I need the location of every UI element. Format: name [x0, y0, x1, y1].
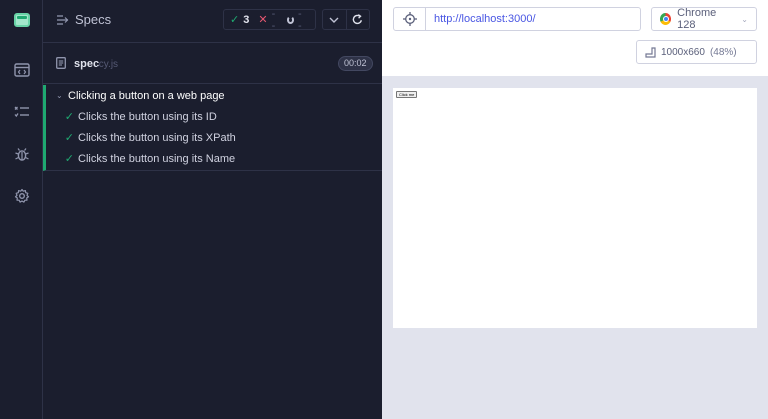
- viewport-size: 1000x660: [661, 46, 705, 58]
- url-field[interactable]: http://localhost:3000/: [425, 7, 641, 31]
- chevron-down-icon: [329, 17, 339, 23]
- refresh-icon: [353, 14, 363, 25]
- browser-label: Chrome 128: [677, 7, 717, 31]
- passed-check-icon: ✓: [230, 14, 240, 26]
- click-me-button[interactable]: Click me: [396, 91, 418, 98]
- crosshair-icon: [402, 12, 417, 26]
- duration-badge: 00:02: [338, 56, 373, 71]
- debug-bug-icon[interactable]: [0, 136, 43, 172]
- pending-circle-icon: [286, 15, 294, 24]
- pass-check-icon: ✓: [64, 153, 74, 165]
- chevron-down-icon: ⌄: [56, 91, 63, 100]
- failed-x-icon: ✕: [258, 14, 268, 26]
- pending-count: --: [297, 7, 302, 32]
- app-preview-area: http://localhost:3000/ Chrome 128 ⌄ 1000…: [382, 0, 768, 419]
- browser-selector[interactable]: Chrome 128 ⌄: [651, 7, 757, 31]
- spec-file-row: spec .cy.js 00:02: [43, 44, 382, 84]
- specs-title: Specs: [75, 12, 112, 27]
- specs-toggle[interactable]: Specs: [57, 12, 111, 27]
- test-title: Clicks the button using its Name: [78, 152, 236, 165]
- test-suite: ⌄ Clicking a button on a web page ✓ Clic…: [43, 85, 382, 171]
- passed-count: 3: [243, 13, 250, 26]
- reporter-header: Specs ✓ 3 ✕ -- --: [43, 0, 382, 43]
- document-icon: [56, 57, 66, 69]
- failed-count: --: [271, 7, 276, 32]
- runs-list-icon[interactable]: [0, 94, 43, 130]
- specs-nav-icon[interactable]: [0, 52, 43, 88]
- test-row[interactable]: ✓ Clicks the button using its Name: [46, 148, 382, 169]
- aut-iframe: Click me: [393, 88, 757, 328]
- run-controls: [322, 9, 370, 30]
- test-stats: ✓ 3 ✕ -- --: [223, 7, 316, 32]
- chevron-down-icon: ⌄: [741, 14, 748, 24]
- viewport-icon: [645, 46, 656, 58]
- chrome-icon: [660, 13, 672, 25]
- spec-extension: .cy.js: [96, 59, 119, 70]
- viewport-scale: (48%): [709, 46, 737, 58]
- reporter-panel: Specs ✓ 3 ✕ -- -- spec .cy.js 00:02 ⌄ Cl…: [43, 0, 382, 419]
- side-nav: [0, 0, 43, 419]
- suite-title: Clicking a button on a web page: [68, 89, 225, 102]
- suite-header[interactable]: ⌄ Clicking a button on a web page: [46, 85, 382, 106]
- test-row[interactable]: ✓ Clicks the button using its ID: [46, 106, 382, 127]
- pass-check-icon: ✓: [64, 132, 74, 144]
- expand-collapse-button[interactable]: [323, 10, 346, 29]
- pass-check-icon: ✓: [64, 111, 74, 123]
- rerun-button[interactable]: [345, 10, 370, 29]
- settings-gear-icon[interactable]: [0, 178, 43, 214]
- test-title: Clicks the button using its XPath: [78, 131, 236, 144]
- test-row[interactable]: ✓ Clicks the button using its XPath: [46, 127, 382, 148]
- selector-playground-button[interactable]: [393, 7, 426, 31]
- test-title: Clicks the button using its ID: [78, 110, 217, 123]
- viewport-info-button[interactable]: 1000x660 (48%): [636, 40, 757, 64]
- cypress-logo-icon[interactable]: [0, 2, 43, 38]
- app-toolbar: http://localhost:3000/ Chrome 128 ⌄ 1000…: [382, 0, 768, 76]
- specs-menu-icon: [57, 14, 69, 25]
